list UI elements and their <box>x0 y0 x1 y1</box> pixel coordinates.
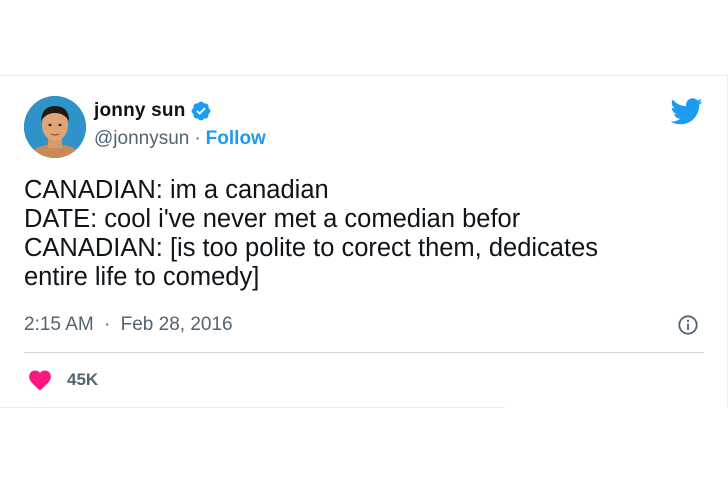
tweet-text: CANADIAN: im a canadian DATE: cool i've … <box>24 176 714 292</box>
tweet-date: Feb 28, 2016 <box>120 314 233 335</box>
tweet-line: CANADIAN: [is too polite to corect them,… <box>24 234 598 262</box>
like-count: 45K <box>67 369 99 389</box>
verified-badge-icon <box>190 100 212 122</box>
card-edge <box>0 407 505 408</box>
tweet-line: DATE: cool i've never met a comedian bef… <box>24 205 521 233</box>
handle-row: @jonnysun · Follow <box>94 128 266 150</box>
like-action[interactable]: 45K <box>27 368 98 391</box>
follow-button[interactable]: Follow <box>206 128 266 150</box>
author-handle[interactable]: @jonnysun <box>94 128 189 150</box>
twitter-bird-icon[interactable] <box>670 98 703 125</box>
info-icon[interactable] <box>677 314 699 336</box>
tweet-time: 2:15 AM <box>24 314 94 335</box>
author-name[interactable]: jonny sun <box>94 100 186 122</box>
tweet-line: entire life to comedy] <box>24 263 260 291</box>
divider <box>24 352 704 353</box>
heart-icon[interactable] <box>27 368 53 391</box>
separator-dot: · <box>104 314 111 335</box>
avatar[interactable] <box>24 96 86 158</box>
separator-dot: · <box>194 128 201 149</box>
author-row: jonny sun <box>94 100 212 122</box>
tweet-line: CANADIAN: im a canadian <box>24 176 329 204</box>
tweet-timestamp[interactable]: 2:15 AM · Feb 28, 2016 <box>24 314 233 336</box>
